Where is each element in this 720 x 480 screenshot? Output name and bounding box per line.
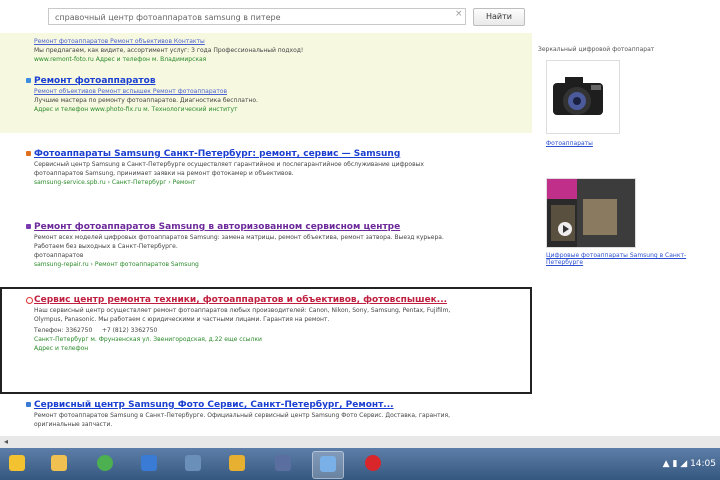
tray-icons: ▲ ▮ ◢ bbox=[662, 459, 691, 469]
start-icon bbox=[9, 455, 25, 471]
result-url[interactable]: Санкт-Петербург м. Фрунзенская ул. Звени… bbox=[34, 335, 494, 344]
result-snippet: Ремонт всех моделей цифровых фотоаппарат… bbox=[34, 234, 444, 250]
result-more-link[interactable]: Адрес и телефон bbox=[34, 344, 494, 353]
horizontal-scrollbar[interactable]: ◂ bbox=[0, 436, 720, 448]
result-title-link[interactable]: Сервис центр ремонта техники, фотоаппара… bbox=[34, 295, 494, 306]
app-icon bbox=[275, 455, 291, 471]
ad-item: Ремонт фотоаппаратов Ремонт объективов К… bbox=[34, 37, 474, 64]
result-phones: Телефон: 3362750 +7 (812) 3362750 bbox=[34, 326, 474, 335]
ad-url[interactable]: Адрес и телефон www.photo-fix.ru м. Техн… bbox=[34, 105, 494, 114]
favicon-icon bbox=[26, 78, 31, 83]
search-input[interactable]: справочный центр фотоаппаратов samsung в… bbox=[48, 8, 466, 25]
app-icon bbox=[229, 455, 245, 471]
taskbar: ▲ ▮ ◢ 14:05 bbox=[0, 448, 720, 480]
result-title-link[interactable]: Сервисный центр Samsung Фото Сервис, Сан… bbox=[34, 400, 494, 411]
app-icon bbox=[141, 455, 157, 471]
browser-icon bbox=[320, 456, 336, 472]
result-snippet: Ремонт фотоаппаратов Samsung в Санкт-Пет… bbox=[34, 412, 451, 428]
video-preview-icon bbox=[547, 179, 635, 247]
chrome-icon bbox=[97, 455, 113, 471]
ad-sitelinks[interactable]: Ремонт объективов Ремонт вспышек Ремонт … bbox=[34, 87, 494, 96]
ad-snippet: Мы предлагаем, как видите, ассортимент у… bbox=[34, 47, 304, 54]
side-card-link[interactable]: Фотоаппараты bbox=[546, 140, 593, 147]
clear-icon[interactable]: × bbox=[455, 9, 463, 19]
result-item: Фотоаппараты Samsung Санкт-Петербург: ре… bbox=[26, 149, 494, 187]
favicon-icon bbox=[26, 297, 33, 304]
favicon-icon bbox=[26, 224, 31, 229]
taskbar-explorer[interactable] bbox=[44, 451, 74, 477]
scroll-left-icon[interactable]: ◂ bbox=[4, 437, 8, 446]
result-snippet: Наш сервисный центр осуществляет ремонт … bbox=[34, 307, 451, 323]
side-card-label: Зеркальный цифровой фотоаппарат bbox=[538, 46, 655, 53]
search-button[interactable]: Найти bbox=[473, 8, 525, 26]
result-snippet-extra: фотоаппаратов bbox=[34, 252, 84, 259]
clock: 14:05 bbox=[690, 459, 716, 469]
result-title-link[interactable]: Ремонт фотоаппаратов Samsung в авторизов… bbox=[34, 222, 494, 233]
ad-snippet: Лучшие мастера по ремонту фотоаппаратов.… bbox=[34, 97, 258, 104]
result-item: Ремонт фотоаппаратов Samsung в авторизов… bbox=[26, 222, 494, 269]
ad-sitelinks[interactable]: Ремонт фотоаппаратов Ремонт объективов К… bbox=[34, 37, 474, 46]
camera-icon bbox=[553, 77, 603, 115]
app-icon bbox=[185, 455, 201, 471]
ad-title-link[interactable]: Ремонт фотоаппаратов bbox=[34, 76, 494, 87]
favicon-icon bbox=[26, 151, 31, 156]
video-thumbnail[interactable] bbox=[546, 178, 636, 248]
camera-thumbnail[interactable] bbox=[546, 60, 620, 134]
system-tray[interactable]: ▲ ▮ ◢ 14:05 bbox=[644, 454, 716, 474]
opera-icon bbox=[365, 455, 381, 471]
ad-url[interactable]: www.remont-foto.ru Адрес и телефон м. Вл… bbox=[34, 55, 474, 64]
folder-icon bbox=[51, 455, 67, 471]
search-header: справочный центр фотоаппаратов samsung в… bbox=[0, 0, 720, 34]
taskbar-app-8[interactable] bbox=[358, 451, 388, 477]
ads-block: Ремонт фотоаппаратов Ремонт объективов К… bbox=[0, 33, 532, 133]
taskbar-app-7[interactable] bbox=[312, 451, 344, 479]
taskbar-app-5[interactable] bbox=[222, 451, 252, 477]
result-url[interactable]: samsung-repair.ru › Ремонт фотоаппаратов… bbox=[34, 260, 494, 269]
result-url[interactable]: samsung-service.spb.ru › Санкт-Петербург… bbox=[34, 178, 494, 187]
taskbar-app-3[interactable] bbox=[134, 451, 164, 477]
taskbar-app-6[interactable] bbox=[268, 451, 298, 477]
ad-item: Ремонт фотоаппаратов Ремонт объективов Р… bbox=[26, 76, 494, 114]
favicon-icon bbox=[26, 402, 31, 407]
result-snippet: Сервисный центр Samsung в Санкт-Петербур… bbox=[34, 161, 424, 177]
result-item: Сервисный центр Samsung Фото Сервис, Сан… bbox=[26, 400, 494, 429]
start-button[interactable] bbox=[2, 451, 32, 477]
result-phone: Телефон: 3362750 bbox=[34, 327, 93, 334]
result-title-link[interactable]: Фотоаппараты Samsung Санкт-Петербург: ре… bbox=[34, 149, 494, 160]
result-phone-alt: +7 (812) 3362750 bbox=[101, 327, 158, 334]
result-item-highlighted: Сервис центр ремонта техники, фотоаппара… bbox=[26, 295, 494, 353]
side-video-caption[interactable]: Цифровые фотоаппараты Samsung в Санкт-Пе… bbox=[546, 252, 716, 266]
taskbar-app-4[interactable] bbox=[178, 451, 208, 477]
taskbar-chrome[interactable] bbox=[90, 451, 120, 477]
